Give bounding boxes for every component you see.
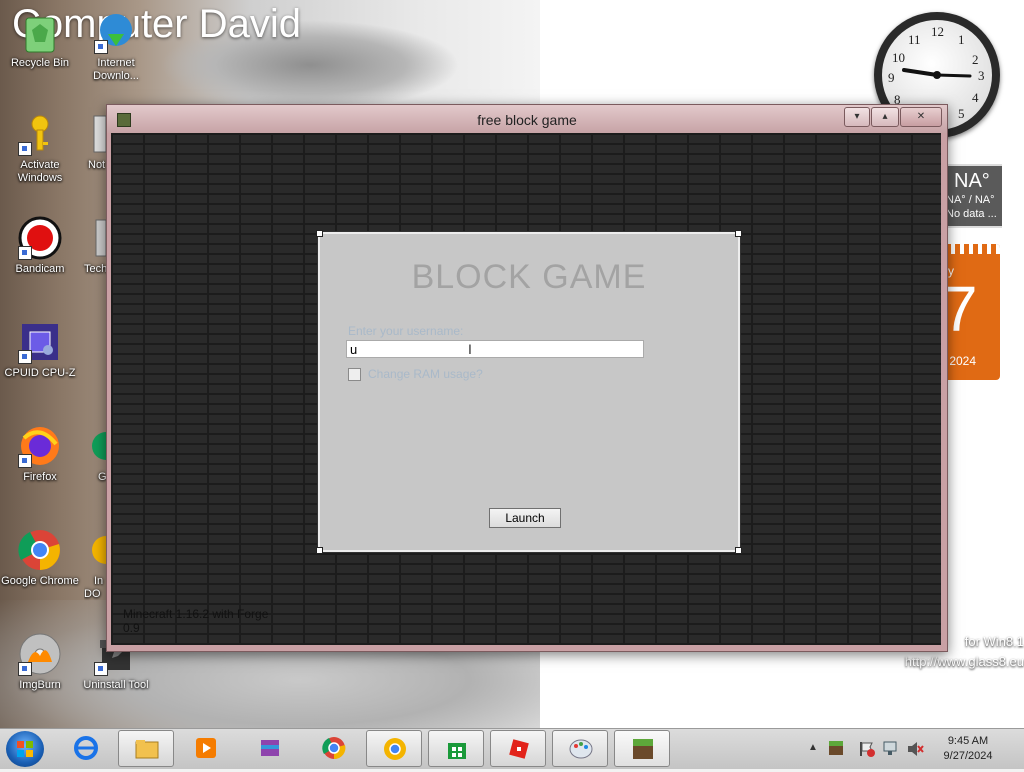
folder-icon (135, 740, 159, 759)
minimize-button[interactable]: ▾ (844, 107, 870, 127)
close-button[interactable]: ✕ (900, 107, 942, 127)
volume-muted-icon[interactable] (906, 740, 924, 758)
network-icon[interactable] (882, 740, 900, 758)
close-icon: ✕ (916, 111, 926, 122)
desktop-icon-recycle-bin[interactable]: Recycle Bin (0, 10, 80, 70)
start-button[interactable] (6, 731, 44, 767)
desktop-icon-bandicam[interactable]: Bandicam (0, 216, 80, 276)
text-cursor-icon: I (468, 341, 472, 357)
chrome-partial-icon (84, 528, 106, 572)
launch-button[interactable]: Launch (489, 508, 561, 528)
game-title: BLOCK GAME (411, 258, 647, 296)
calendar-rings (942, 244, 1000, 254)
weather-temp: NA° (954, 170, 990, 192)
download-globe-icon (94, 10, 138, 54)
notepad-icon (80, 112, 106, 156)
window-title: free block game (477, 112, 577, 128)
taskbar-explorer[interactable] (118, 730, 174, 767)
store-icon (448, 743, 466, 759)
desktop-icon-activate-windows[interactable]: Activate Windows (0, 112, 80, 185)
imgburn-icon (18, 632, 62, 676)
taskbar-chrome[interactable] (306, 730, 362, 767)
chrome-icon (322, 737, 346, 760)
recycle-bin-icon (18, 10, 62, 54)
panel-corner (316, 230, 323, 237)
desktop-icon-notepad[interactable]: Not (80, 112, 106, 172)
taskbar-paint[interactable] (552, 730, 608, 767)
panel-corner (735, 547, 742, 554)
roblox-icon (509, 739, 529, 759)
bandicam-icon (18, 216, 62, 260)
desktop-icon-tech[interactable]: Tech (80, 216, 106, 276)
weather-range: NA° / NA° (946, 194, 995, 206)
grass-block-tray-icon[interactable] (828, 740, 844, 756)
desktop-icon-cpu-z[interactable]: CPUID CPU-Z (0, 320, 80, 380)
taskbar: ▲ 9:45 AM 9/27/2024 (0, 728, 1024, 769)
grass-block-icon (633, 739, 653, 759)
desktop-icon-imgburn[interactable]: ImgBurn (0, 632, 80, 692)
version-text: Minecraft 1.16.2 with Forge 0.9 (123, 607, 269, 635)
taskbar-store[interactable] (428, 730, 484, 767)
taskbar-chrome-canary[interactable] (366, 730, 422, 767)
taskbar-date: 9/27/2024 (943, 750, 993, 762)
ram-checkbox[interactable] (348, 368, 361, 381)
calendar-gadget[interactable]: y 7 r 2024 (942, 244, 1000, 380)
desktop-icon-google-chrome[interactable]: Google Chrome (0, 528, 80, 588)
chrome-canary-icon (384, 738, 406, 760)
window-titlebar[interactable]: free block game ▾ ▴ ✕ (107, 105, 947, 133)
taskbar-ie[interactable] (58, 730, 114, 767)
cpu-chip-icon (18, 320, 62, 364)
launcher-panel: BLOCK GAME Enter your username: I Change… (316, 230, 742, 554)
show-hidden-icons-icon[interactable]: ▲ (808, 742, 818, 753)
chevron-up-icon: ▴ (882, 111, 888, 122)
username-input[interactable] (346, 340, 644, 358)
chrome-icon (18, 528, 62, 572)
taskbar-winrar[interactable] (242, 730, 298, 767)
panel-corner (316, 547, 323, 554)
media-player-icon (196, 738, 216, 758)
panel-corner (735, 230, 742, 237)
username-label: Enter your username: (348, 324, 464, 338)
internet-explorer-icon (74, 736, 98, 760)
ram-label: Change RAM usage? (368, 367, 483, 381)
desktop-icon-internet-download[interactable]: Internet Downlo... (76, 10, 156, 83)
taskbar-media-player[interactable] (178, 730, 234, 767)
desktop-icon-g[interactable]: G (84, 424, 106, 484)
paint-palette-icon (569, 739, 593, 759)
taskbar-time: 9:45 AM (947, 735, 989, 747)
maximize-button[interactable]: ▴ (871, 107, 899, 127)
windows-logo-icon (17, 741, 33, 757)
taskbar-block-game[interactable] (614, 730, 670, 767)
weather-status: No data ... (946, 208, 997, 220)
firefox-icon (18, 424, 62, 468)
tech-icon (80, 216, 106, 260)
weather-gadget[interactable]: NA° NA° / NA° No data ... (942, 164, 1002, 228)
action-center-flag-icon[interactable] (858, 740, 876, 758)
chevron-down-icon: ▾ (854, 111, 860, 122)
taskbar-roblox[interactable] (490, 730, 546, 767)
desktop-icon-firefox[interactable]: Firefox (0, 424, 80, 484)
taskbar-clock[interactable]: 9:45 AM 9/27/2024 (928, 734, 1008, 764)
archive-icon (261, 740, 279, 756)
key-icon (18, 112, 62, 156)
desktop-icon-in-do[interactable]: In DO (84, 528, 106, 601)
chrome-partial-icon (84, 424, 106, 468)
